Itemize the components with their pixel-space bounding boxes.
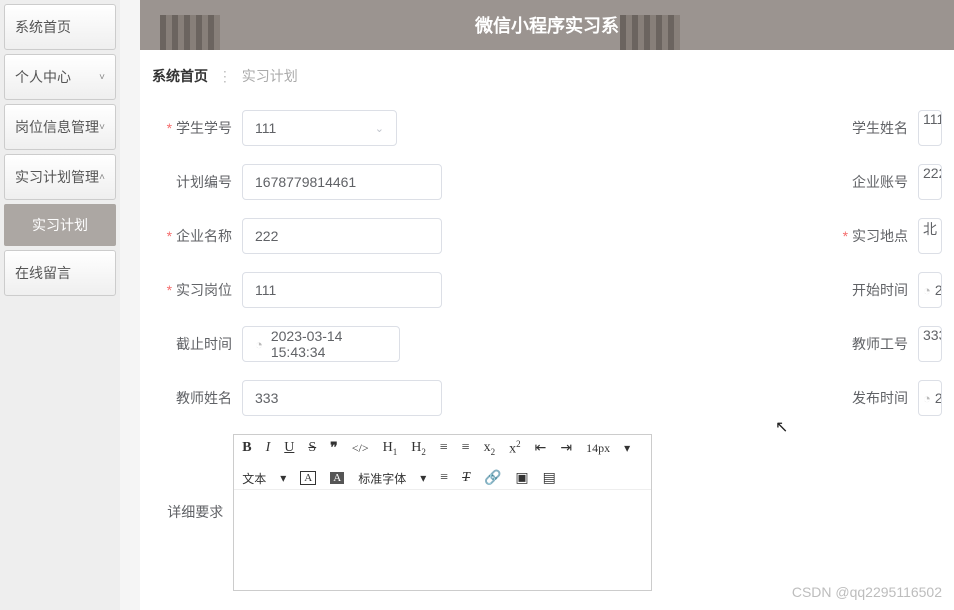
banner: 微信小程序实习系	[140, 0, 954, 50]
nav-message[interactable]: 在线留言	[4, 250, 116, 296]
chevron-up-icon: ˄	[99, 172, 105, 183]
label-detail: 详细要求	[152, 502, 233, 522]
nav-job-manage[interactable]: 岗位信息管理˅	[4, 104, 116, 150]
watermark: CSDN @qq2295116502	[792, 584, 942, 600]
underline-icon[interactable]: U	[284, 440, 294, 456]
label-company-name: 企业名称	[152, 226, 242, 246]
label-publish-time: 发布时间	[828, 388, 918, 408]
clock-icon: ◔	[923, 391, 931, 406]
font-color-icon[interactable]: A	[300, 471, 316, 485]
strike-icon[interactable]: S	[308, 440, 316, 456]
banner-title: 微信小程序实习系	[475, 12, 619, 38]
editor-body[interactable]	[234, 490, 651, 590]
save-icon[interactable]: ▤	[543, 470, 556, 487]
select-student-id[interactable]: 111⌄	[242, 110, 397, 146]
nav-plan-manage[interactable]: 实习计划管理˄	[4, 154, 116, 200]
text-select[interactable]: 文本	[242, 470, 266, 487]
outdent-icon[interactable]: ⇥	[560, 440, 572, 457]
main-panel: 系统首页 ⋮ 实习计划 学生学号 111⌄ 学生姓名 111 计划编号 企业账号…	[140, 50, 954, 610]
bold-icon[interactable]: B	[242, 440, 251, 456]
subscript-icon[interactable]: x2	[484, 440, 496, 457]
chevron-down-icon: ⌄	[375, 122, 384, 135]
nav-personal[interactable]: 个人中心˅	[4, 54, 116, 100]
input-end-time[interactable]: ◔2023-03-14 15:43:34	[242, 326, 400, 362]
font-select[interactable]: 标准字体	[358, 470, 406, 487]
label-teacher-name: 教师姓名	[152, 388, 242, 408]
crumb-current: 实习计划	[242, 68, 298, 84]
italic-icon[interactable]: I	[266, 440, 271, 456]
ul-icon[interactable]: ≡	[462, 440, 470, 456]
label-location: 实习地点	[828, 226, 918, 246]
input-location[interactable]: 北	[918, 218, 942, 254]
label-plan-no: 计划编号	[152, 172, 242, 192]
nav-sub-plan[interactable]: 实习计划	[4, 204, 116, 246]
label-position: 实习岗位	[152, 280, 242, 300]
align-icon[interactable]: ≡	[440, 470, 448, 486]
indent-icon[interactable]: ⇤	[535, 440, 547, 457]
clock-icon: ◔	[923, 283, 931, 298]
input-company-name[interactable]	[242, 218, 442, 254]
breadcrumb: 系统首页 ⋮ 实习计划	[152, 66, 942, 86]
input-position[interactable]	[242, 272, 442, 308]
input-student-name[interactable]: 111	[918, 110, 942, 146]
rich-editor: B I U S ❞ </> H1 H2 ≡ ≡ x2 x2 ⇤ ⇥ 14px▾ …	[233, 434, 652, 591]
chevron-down-icon: ˅	[99, 72, 105, 83]
crumb-home[interactable]: 系统首页	[152, 68, 208, 84]
h2-icon[interactable]: H2	[411, 440, 426, 457]
nav-home[interactable]: 系统首页	[4, 4, 116, 50]
label-end-time: 截止时间	[152, 334, 242, 354]
input-teacher-id[interactable]: 333	[918, 326, 942, 362]
clear-format-icon[interactable]: T	[462, 470, 470, 486]
editor-toolbar: B I U S ❞ </> H1 H2 ≡ ≡ x2 x2 ⇤ ⇥ 14px▾ …	[234, 435, 651, 490]
input-publish-time[interactable]: ◔2	[918, 380, 942, 416]
fontsize-select[interactable]: 14px	[586, 441, 610, 456]
chevron-down-icon: ˅	[99, 122, 105, 133]
quote-icon[interactable]: ❞	[330, 440, 338, 457]
h1-icon[interactable]: H1	[383, 440, 398, 457]
label-student-name: 学生姓名	[828, 118, 918, 138]
link-icon[interactable]: 🔗	[484, 470, 501, 487]
input-teacher-name[interactable]	[242, 380, 442, 416]
input-plan-no[interactable]	[242, 164, 442, 200]
input-start-time[interactable]: ◔2	[918, 272, 942, 308]
superscript-icon[interactable]: x2	[509, 439, 521, 458]
label-start-time: 开始时间	[828, 280, 918, 300]
ol-icon[interactable]: ≡	[440, 440, 448, 456]
code-icon[interactable]: </>	[352, 441, 369, 456]
image-icon[interactable]: ▣	[515, 470, 528, 487]
input-company-acct[interactable]: 222	[918, 164, 942, 200]
clock-icon: ◔	[255, 337, 263, 352]
label-student-id: 学生学号	[152, 118, 242, 138]
label-company-acct: 企业账号	[828, 172, 918, 192]
sidebar: 系统首页 个人中心˅ 岗位信息管理˅ 实习计划管理˄ 实习计划 在线留言	[0, 0, 120, 610]
bg-color-icon[interactable]: A	[330, 472, 344, 484]
label-teacher-id: 教师工号	[828, 334, 918, 354]
